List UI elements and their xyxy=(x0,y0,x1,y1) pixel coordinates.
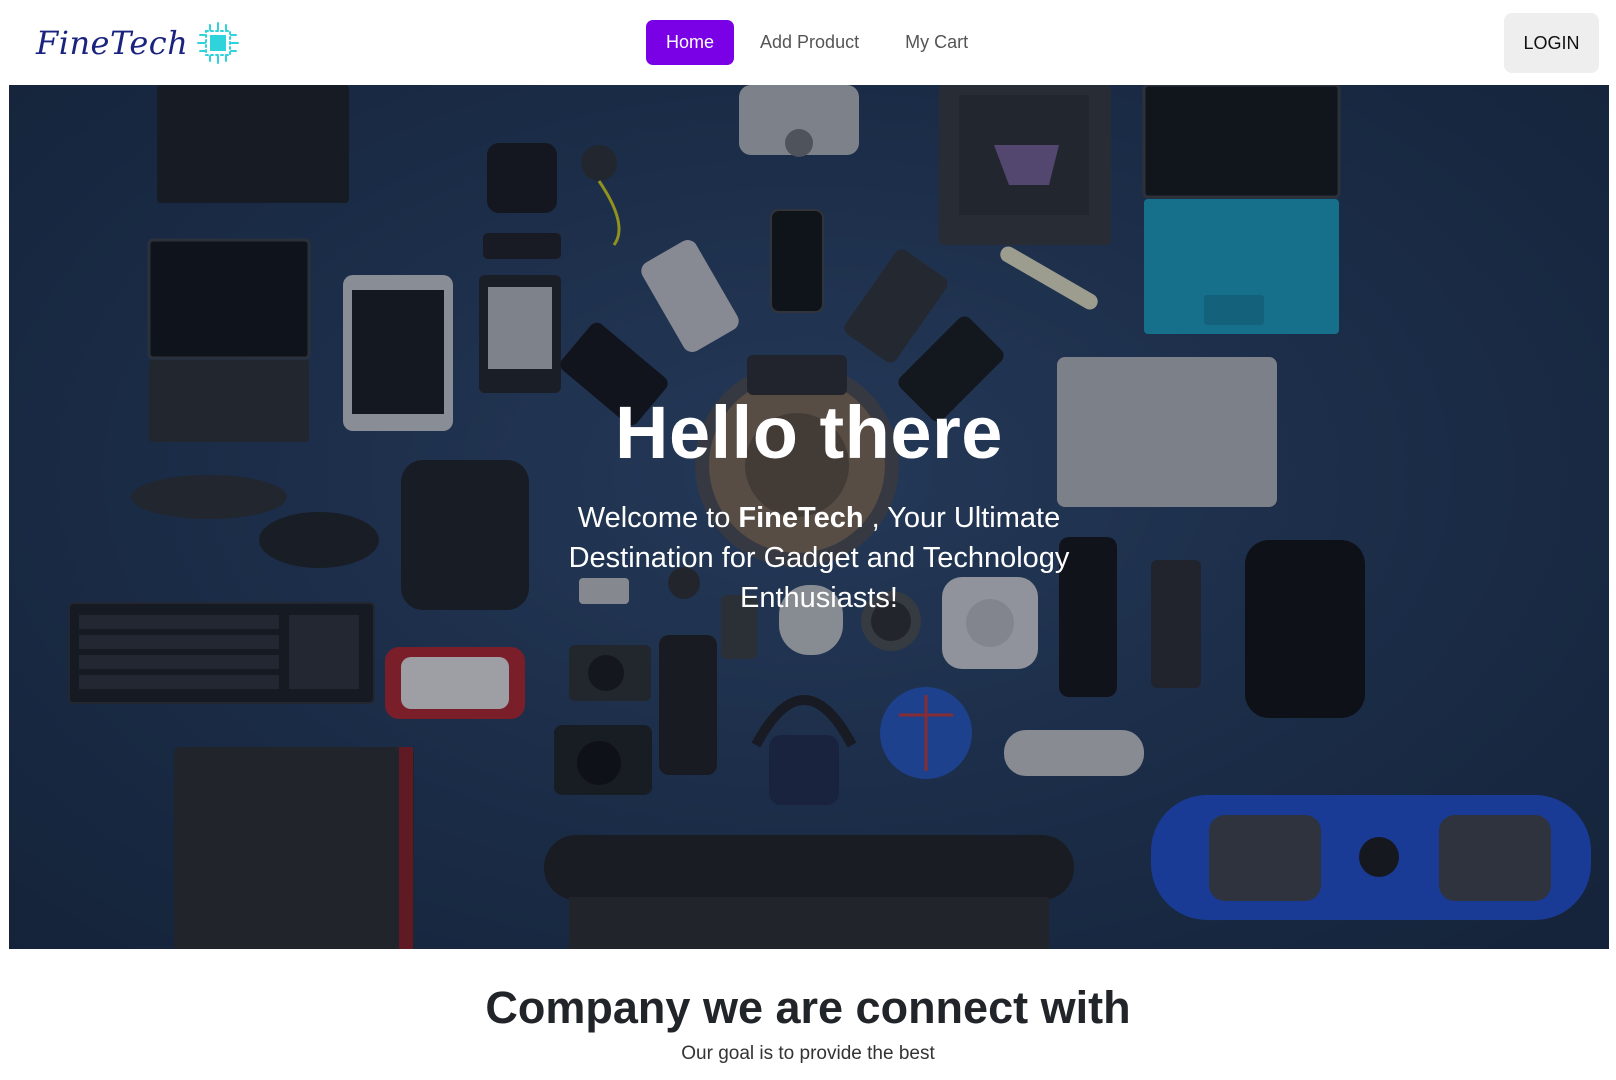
navbar: FineTech Home Add Product My Cart LOGIN xyxy=(0,0,1616,85)
hero-banner: Hello there Welcome to FineTech , Your U… xyxy=(9,85,1609,949)
brand-logo[interactable]: FineTech xyxy=(36,18,240,68)
nav-home-link[interactable]: Home xyxy=(646,20,735,65)
brand-name: FineTech xyxy=(36,24,189,62)
hero-subtitle-pre: Welcome to xyxy=(577,502,739,534)
hero-subtitle: Welcome to FineTech , Your Ultimate Dest… xyxy=(539,498,1099,618)
nav-my-cart-link[interactable]: My Cart xyxy=(885,20,988,65)
nav-links: Home Add Product My Cart xyxy=(646,20,988,65)
company-section-subtitle: Our goal is to provide the best xyxy=(681,1043,935,1064)
nav-add-product-link[interactable]: Add Product xyxy=(740,20,879,65)
login-button[interactable]: LOGIN xyxy=(1504,13,1599,73)
hero-subtitle-brand: FineTech xyxy=(738,502,864,534)
hero-title: Hello there xyxy=(615,391,1003,474)
chip-icon xyxy=(196,21,240,65)
company-section-title: Company we are connect with xyxy=(485,982,1131,1033)
